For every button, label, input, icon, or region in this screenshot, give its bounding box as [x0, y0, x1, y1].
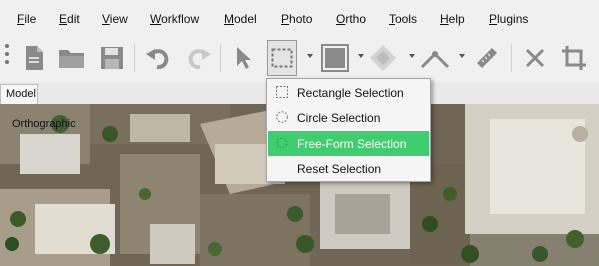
navigation-button[interactable] [228, 40, 258, 76]
menu-model[interactable]: Model [224, 12, 257, 26]
undo-icon [146, 49, 169, 69]
menu-item-label: Reset Selection [297, 162, 382, 176]
tab-model[interactable]: Model [0, 84, 38, 104]
delete-selection-button[interactable] [520, 40, 550, 76]
save-button[interactable] [97, 40, 127, 76]
toolbar-grip[interactable] [5, 44, 11, 72]
circle-selection-icon [276, 111, 288, 123]
crop-selection-icon [562, 46, 586, 70]
delete-selection-icon [525, 48, 545, 68]
redo-icon [188, 49, 211, 69]
rotate-dropdown-arrow[interactable] [409, 54, 415, 58]
menu-bar: File Edit View Workflow Model Photo Orth… [0, 0, 599, 36]
open-button[interactable] [57, 40, 87, 76]
toolbar-separator [134, 44, 135, 72]
toolbar-separator [220, 44, 221, 72]
open-folder-icon [59, 50, 84, 68]
new-document-icon [26, 46, 43, 70]
menu-view[interactable]: View [102, 12, 128, 26]
toolbar-separator [511, 44, 512, 72]
measure-tape-button[interactable] [472, 40, 502, 76]
rotate-region-button[interactable] [368, 40, 398, 76]
viewport-projection-label: Orthographic [12, 118, 76, 130]
ruler-dropdown-arrow[interactable] [459, 54, 465, 58]
rotate-region-icon [370, 45, 396, 71]
menu-file[interactable]: File [17, 12, 36, 26]
resize-region-button[interactable] [320, 40, 350, 76]
redo-button[interactable] [184, 40, 214, 76]
menu-item-reset-selection[interactable]: Reset Selection [268, 156, 429, 181]
menu-item-label: Circle Selection [297, 111, 381, 125]
save-icon [101, 47, 123, 69]
menu-item-free-form-selection[interactable]: Free-Form Selection [268, 131, 429, 156]
menu-edit[interactable]: Edit [59, 12, 80, 26]
selection-button[interactable] [267, 40, 297, 76]
menu-item-circle-selection[interactable]: Circle Selection [268, 105, 429, 130]
toolbar [0, 36, 599, 82]
selection-icon [271, 48, 293, 68]
navigation-cursor-icon [237, 47, 251, 69]
menu-item-rectangle-selection[interactable]: Rectangle Selection [268, 80, 429, 105]
region-dropdown-arrow[interactable] [358, 54, 364, 58]
menu-item-label: Free-Form Selection [297, 137, 407, 151]
menu-workflow[interactable]: Workflow [150, 12, 199, 26]
measure-tape-icon [477, 48, 497, 68]
menu-tools[interactable]: Tools [389, 12, 417, 26]
new-document-button[interactable] [19, 40, 49, 76]
free-form-selection-icon [276, 137, 288, 149]
selection-dropdown-menu: Rectangle Selection Circle Selection Fre… [266, 78, 431, 182]
menu-ortho[interactable]: Ortho [336, 12, 366, 26]
ruler-button[interactable] [420, 40, 450, 76]
menu-item-label: Rectangle Selection [297, 86, 404, 100]
selection-dropdown-arrow[interactable] [307, 54, 313, 58]
menu-photo[interactable]: Photo [281, 12, 312, 26]
crop-selection-button[interactable] [559, 40, 589, 76]
rectangle-selection-icon [276, 86, 288, 98]
menu-help[interactable]: Help [440, 12, 465, 26]
undo-button[interactable] [143, 40, 173, 76]
menu-plugins[interactable]: Plugins [489, 12, 528, 26]
resize-region-icon [321, 44, 349, 72]
ruler-icon [420, 51, 450, 69]
